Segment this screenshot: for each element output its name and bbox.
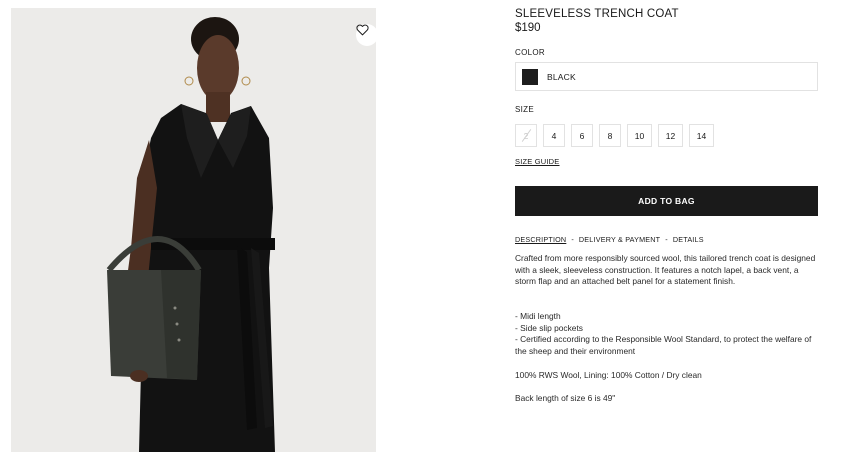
product-title: SLEEVELESS TRENCH COAT (515, 8, 679, 20)
product-image (11, 8, 376, 452)
color-name: BLACK (547, 71, 576, 82)
tab-separator: - (571, 235, 574, 244)
composition-text: 100% RWS Wool, Lining: 100% Cotton / Dry… (515, 370, 702, 380)
add-to-bag-button[interactable]: ADD TO BAG (515, 186, 818, 216)
list-item: - Side slip pockets (515, 322, 583, 333)
list-item: - Midi length (515, 311, 561, 321)
list-item: - Certified according to the Responsible… (515, 334, 812, 356)
color-swatch (522, 68, 538, 85)
tab-delivery-payment[interactable]: DELIVERY & PAYMENT (579, 235, 660, 244)
size-option-2[interactable]: 2 (515, 124, 537, 147)
back-length-text: Back length of size 6 is 49" (515, 393, 616, 403)
size-option-12[interactable]: 12 (658, 124, 683, 147)
favorite-button[interactable] (356, 24, 376, 46)
color-selector[interactable]: BLACK (515, 62, 818, 91)
size-guide-link[interactable]: SIZE GUIDE (515, 157, 560, 166)
size-option-8[interactable]: 8 (599, 124, 621, 147)
color-label: COLOR (515, 48, 545, 57)
info-tabs: DESCRIPTION - DELIVERY & PAYMENT - DETAI… (515, 235, 704, 244)
size-option-4[interactable]: 4 (543, 124, 565, 147)
size-label: SIZE (515, 105, 534, 114)
model-illustration (11, 8, 376, 452)
size-option-14[interactable]: 14 (689, 124, 714, 147)
product-price: $190 (515, 22, 541, 34)
tab-details[interactable]: DETAILS (673, 235, 704, 244)
tab-separator: - (665, 235, 668, 244)
size-option-10[interactable]: 10 (627, 124, 652, 147)
size-option-6[interactable]: 6 (571, 124, 593, 147)
heart-icon (356, 24, 369, 36)
tab-description[interactable]: DESCRIPTION (515, 235, 566, 244)
description-text: Crafted from more responsibly sourced wo… (515, 253, 816, 286)
size-options: 2 4 6 8 10 12 14 (515, 124, 720, 147)
feature-list: - Midi length - Side slip pockets - Cert… (515, 311, 818, 357)
